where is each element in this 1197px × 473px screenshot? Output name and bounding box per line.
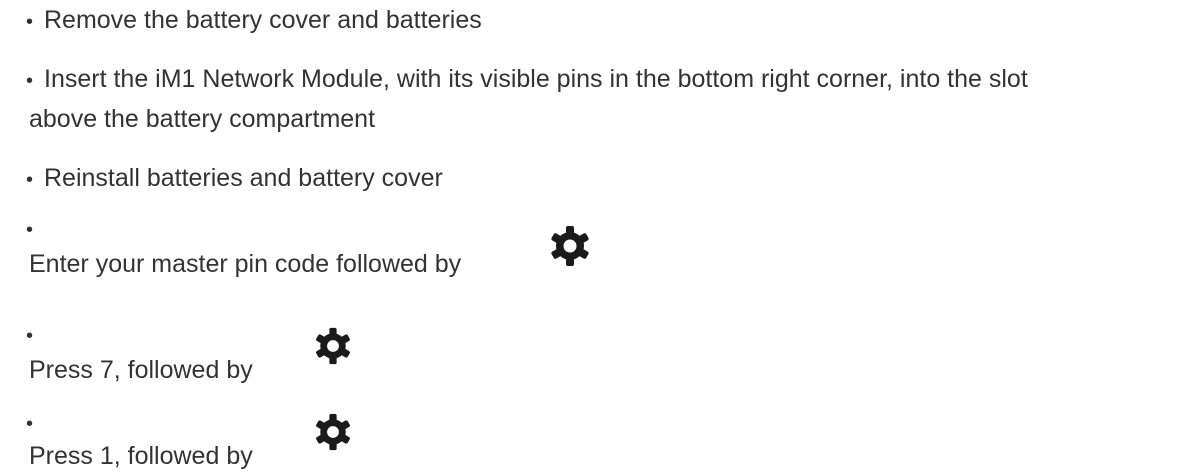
bullet: • <box>26 413 34 435</box>
bullet: • <box>26 11 34 33</box>
list-item-text: Press 1, followed by <box>29 442 253 470</box>
list-item: • Remove the battery cover and batteries <box>26 2 482 40</box>
list-item-text-continued: above the battery compartment <box>29 105 376 133</box>
gear-icon <box>316 413 350 451</box>
gear-icon <box>316 327 350 365</box>
list-item-text: Enter your master pin code followed by <box>29 250 462 278</box>
instruction-list: • Remove the battery cover and batteries … <box>0 0 1197 473</box>
bullet: • <box>26 325 34 347</box>
gear-icon <box>551 226 589 266</box>
list-item: • Insert the iM1 Network Module, with its… <box>26 61 1028 99</box>
list-item-text: Insert the iM1 Network Module, with its … <box>44 65 1028 93</box>
bullet: • <box>26 169 34 191</box>
list-item-text: Press 7, followed by <box>29 356 253 384</box>
list-item-text: Remove the battery cover and batteries <box>44 6 482 34</box>
bullet: • <box>26 70 34 92</box>
list-item-text: Reinstall batteries and battery cover <box>44 164 443 192</box>
list-item: • Reinstall batteries and battery cover <box>26 160 443 198</box>
bullet: • <box>26 219 34 241</box>
